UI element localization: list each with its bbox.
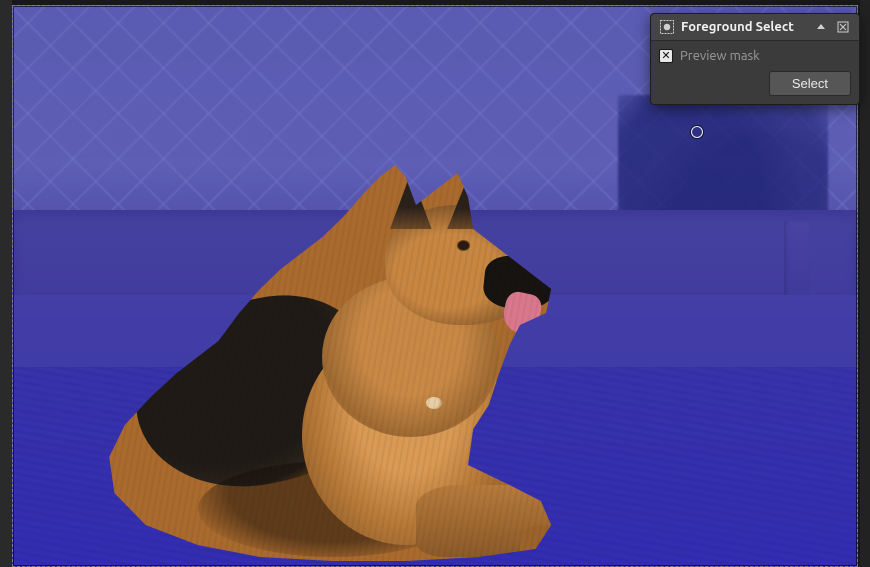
select-button[interactable]: Select xyxy=(769,71,851,96)
foreground-select-icon xyxy=(659,19,675,35)
ruler-left xyxy=(0,0,12,567)
dialog-button-row: Select xyxy=(659,71,851,96)
scrollbar-right[interactable] xyxy=(860,0,870,567)
dialog-titlebar[interactable]: Foreground Select xyxy=(651,14,859,41)
dialog-title: Foreground Select xyxy=(681,20,807,34)
foreground-select-dialog[interactable]: Foreground Select ✕ Preview mask Select xyxy=(650,13,860,105)
dialog-collapse-button[interactable] xyxy=(813,19,829,35)
dialog-body: ✕ Preview mask Select xyxy=(651,41,859,104)
dialog-close-button[interactable] xyxy=(835,19,851,35)
editor-viewport: Foreground Select ✕ Preview mask Select xyxy=(0,0,870,567)
preview-mask-label: Preview mask xyxy=(680,49,760,63)
preview-mask-checkbox[interactable]: ✕ xyxy=(659,49,673,63)
preview-mask-row[interactable]: ✕ Preview mask xyxy=(659,47,851,71)
